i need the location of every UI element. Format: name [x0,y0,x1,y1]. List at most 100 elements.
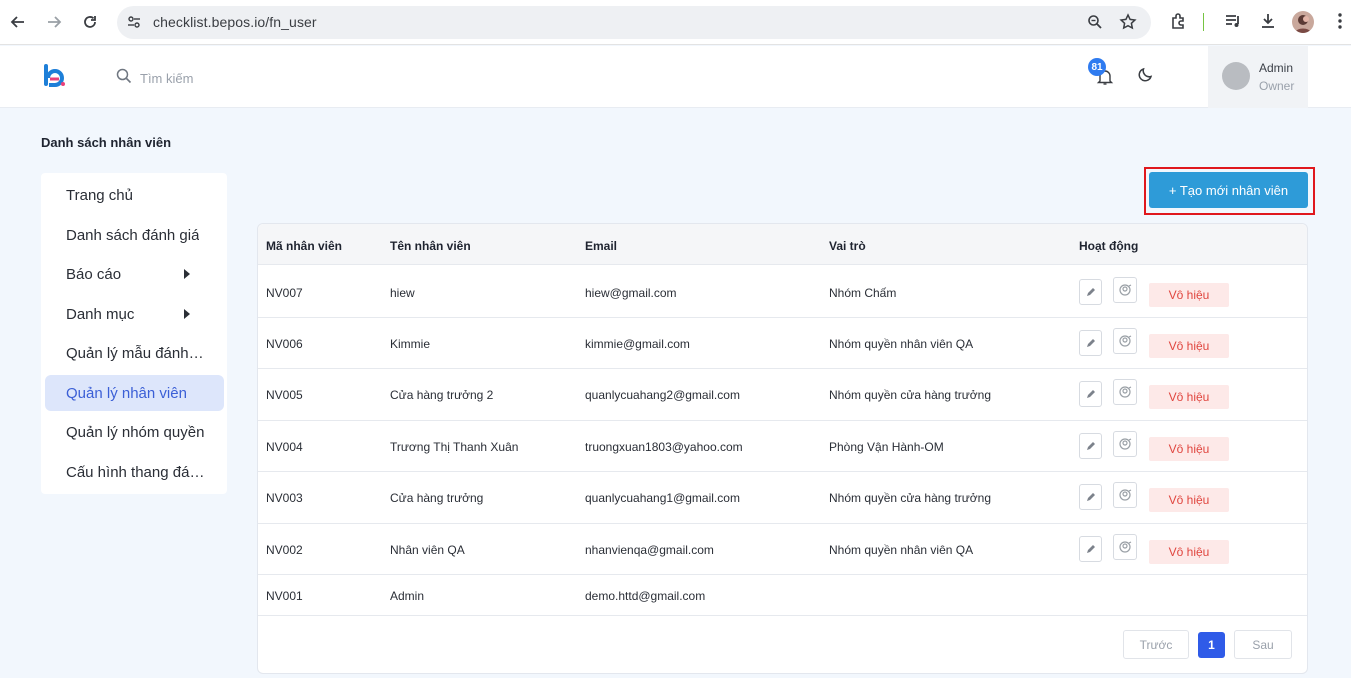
sidebar-item-label: Trang chủ [66,186,133,204]
disable-button[interactable]: Vô hiệu [1149,334,1229,358]
sidebar-item-rating-scale[interactable]: Cấu hình thang đánh giá [45,454,224,490]
sidebar-item-staff[interactable]: Quản lý nhân viên [45,375,224,411]
column-header: Vai trò [829,239,866,253]
cell-email: quanlycuahang1@gmail.com [585,491,740,505]
edit-button[interactable] [1079,484,1102,510]
sidebar-item-evaluation-templates[interactable]: Quản lý mẫu đánh giá [45,335,224,371]
notification-button[interactable]: 81 [1088,58,1118,90]
disable-button[interactable]: Vô hiệu [1149,437,1229,461]
media-queue-icon[interactable] [1224,12,1242,35]
sidebar-item-home[interactable]: Trang chủ [45,177,224,213]
back-icon[interactable] [8,12,28,32]
address-bar[interactable]: checklist.bepos.io/fn_user [117,6,1151,39]
edit-button[interactable] [1079,536,1102,562]
cell-role: Nhóm Chấm [829,286,897,300]
user-name: Admin [1259,61,1294,75]
dark-mode-toggle-icon[interactable] [1137,65,1155,88]
app-header: Tìm kiếm 81 Admin Owner [0,46,1351,108]
caret-right-icon [184,309,190,319]
user-role: Owner [1259,79,1295,93]
edit-button[interactable] [1079,330,1102,356]
disable-button[interactable]: Vô hiệu [1149,283,1229,307]
table-header: Mã nhân viên Tên nhân viên Email Vai trò… [258,224,1307,265]
cell-name: Cửa hàng trưởng [390,491,484,505]
user-permission-icon [1119,335,1132,347]
sidebar-item-evaluations[interactable]: Danh sách đánh giá [45,217,224,253]
sidebar-item-label: Quản lý nhân viên [66,384,187,402]
column-header: Tên nhân viên [390,239,471,253]
reload-icon[interactable] [80,12,100,32]
cell-email: truongxuan1803@yahoo.com [585,440,743,454]
permission-button[interactable] [1113,534,1137,560]
permission-button[interactable] [1113,277,1137,303]
cell-name: hiew [390,286,415,300]
permission-button[interactable] [1113,431,1137,457]
disable-button[interactable]: Vô hiệu [1149,540,1229,564]
edit-button[interactable] [1079,279,1102,305]
column-header: Email [585,239,618,253]
sidebar-item-label: Danh sách đánh giá [66,226,200,244]
forward-icon[interactable] [44,12,64,32]
site-settings-icon[interactable] [126,14,142,35]
cell-id: NV002 [266,543,303,557]
cell-name: Admin [390,589,425,603]
sidebar: Trang chủ Danh sách đánh giá Báo cáo Dan… [41,173,227,494]
pencil-icon [1086,545,1095,553]
app-logo[interactable] [44,62,66,97]
cell-name: Nhân viên QA [390,543,465,557]
search-bar[interactable]: Tìm kiếm [116,68,193,89]
pencil-icon [1086,288,1095,296]
cell-email: nhanvienqa@gmail.com [585,543,714,557]
user-permission-icon [1119,438,1132,450]
cell-name: Trương Thị Thanh Xuân [390,440,519,454]
pagination-next-button[interactable]: Sau [1234,630,1292,659]
cell-name: Kimmie [390,337,431,351]
cell-id: NV001 [266,589,303,603]
table-row: NV005 Cửa hàng trưởng 2 quanlycuahang2@g… [258,369,1307,421]
extensions-icon[interactable] [1170,12,1188,35]
avatar [1222,62,1250,90]
edit-button[interactable] [1079,433,1102,459]
browser-menu-icon[interactable] [1333,12,1347,35]
cell-email: hiew@gmail.com [585,286,677,300]
cell-role: Nhóm quyền nhân viên QA [829,543,974,557]
sidebar-item-label: Cấu hình thang đánh giá [66,463,206,481]
user-menu[interactable]: Admin Owner [1208,46,1308,108]
user-permission-icon [1119,284,1132,296]
sidebar-item-reports[interactable]: Báo cáo [45,256,224,292]
cell-role: Nhóm quyền cửa hàng trưởng [829,491,992,505]
cell-id: NV004 [266,440,303,454]
permission-button[interactable] [1113,328,1137,354]
user-permission-icon [1119,541,1132,553]
search-input[interactable]: Tìm kiếm [140,71,193,86]
sidebar-item-categories[interactable]: Danh mục [45,296,224,332]
caret-right-icon [184,269,190,279]
cell-role: Nhóm quyền nhân viên QA [829,337,974,351]
url-text[interactable]: checklist.bepos.io/fn_user [153,14,317,30]
search-icon [116,68,132,89]
zoom-icon[interactable] [1087,14,1103,35]
bookmark-star-icon[interactable] [1119,13,1137,36]
table-row: NV006 Kimmie kimmie@gmail.com Nhóm quyền… [258,318,1307,369]
permission-button[interactable] [1113,482,1137,508]
download-icon[interactable] [1259,12,1277,35]
disable-button[interactable]: Vô hiệu [1149,385,1229,409]
sidebar-item-label: Báo cáo [66,265,122,283]
pencil-icon [1086,339,1095,347]
pagination-prev-button[interactable]: Trước [1123,630,1189,659]
pencil-icon [1086,390,1095,398]
disable-button[interactable]: Vô hiệu [1149,488,1229,512]
profile-avatar-icon[interactable] [1292,11,1314,33]
pagination-page-button[interactable]: 1 [1198,632,1225,658]
page-title: Danh sách nhân viên [41,135,172,150]
cell-role: Phòng Vận Hành-OM [829,440,944,454]
column-header: Hoạt động [1079,239,1139,253]
permission-button[interactable] [1113,379,1137,405]
cell-id: NV006 [266,337,303,351]
cell-name: Cửa hàng trưởng 2 [390,388,494,402]
create-staff-button[interactable]: + Tạo mới nhân viên [1149,172,1308,208]
sidebar-item-permission-groups[interactable]: Quản lý nhóm quyền [45,414,224,450]
staff-table: Mã nhân viên Tên nhân viên Email Vai trò… [257,223,1308,674]
edit-button[interactable] [1079,381,1102,407]
user-permission-icon [1119,386,1132,398]
